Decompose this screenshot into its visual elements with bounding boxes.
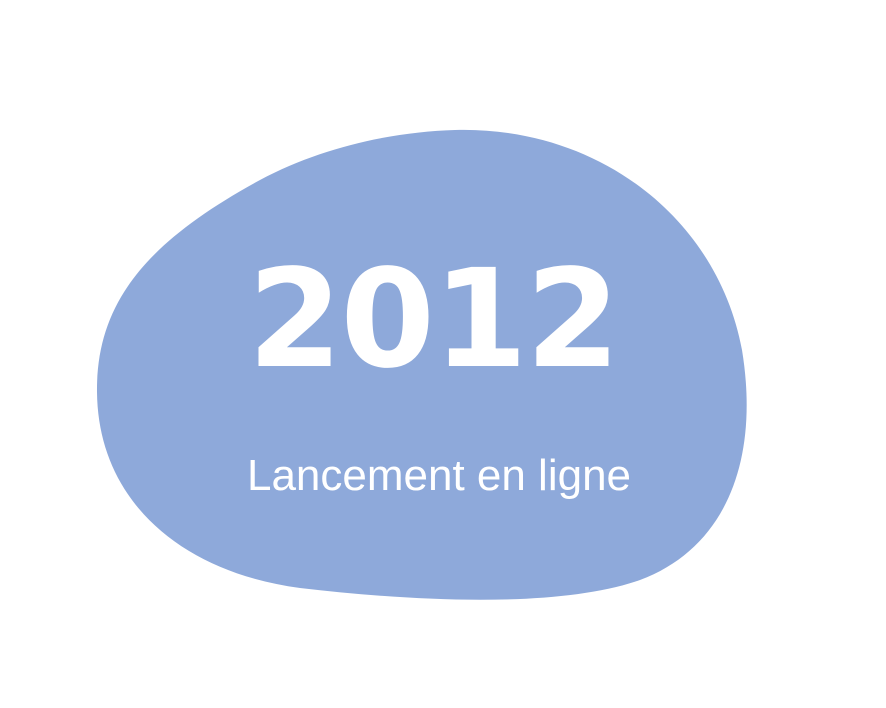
milestone-badge: 2012 Lancement en ligne [0,0,886,708]
year-label: 2012 [247,241,621,399]
caption-label: Lancement en ligne [246,451,632,500]
